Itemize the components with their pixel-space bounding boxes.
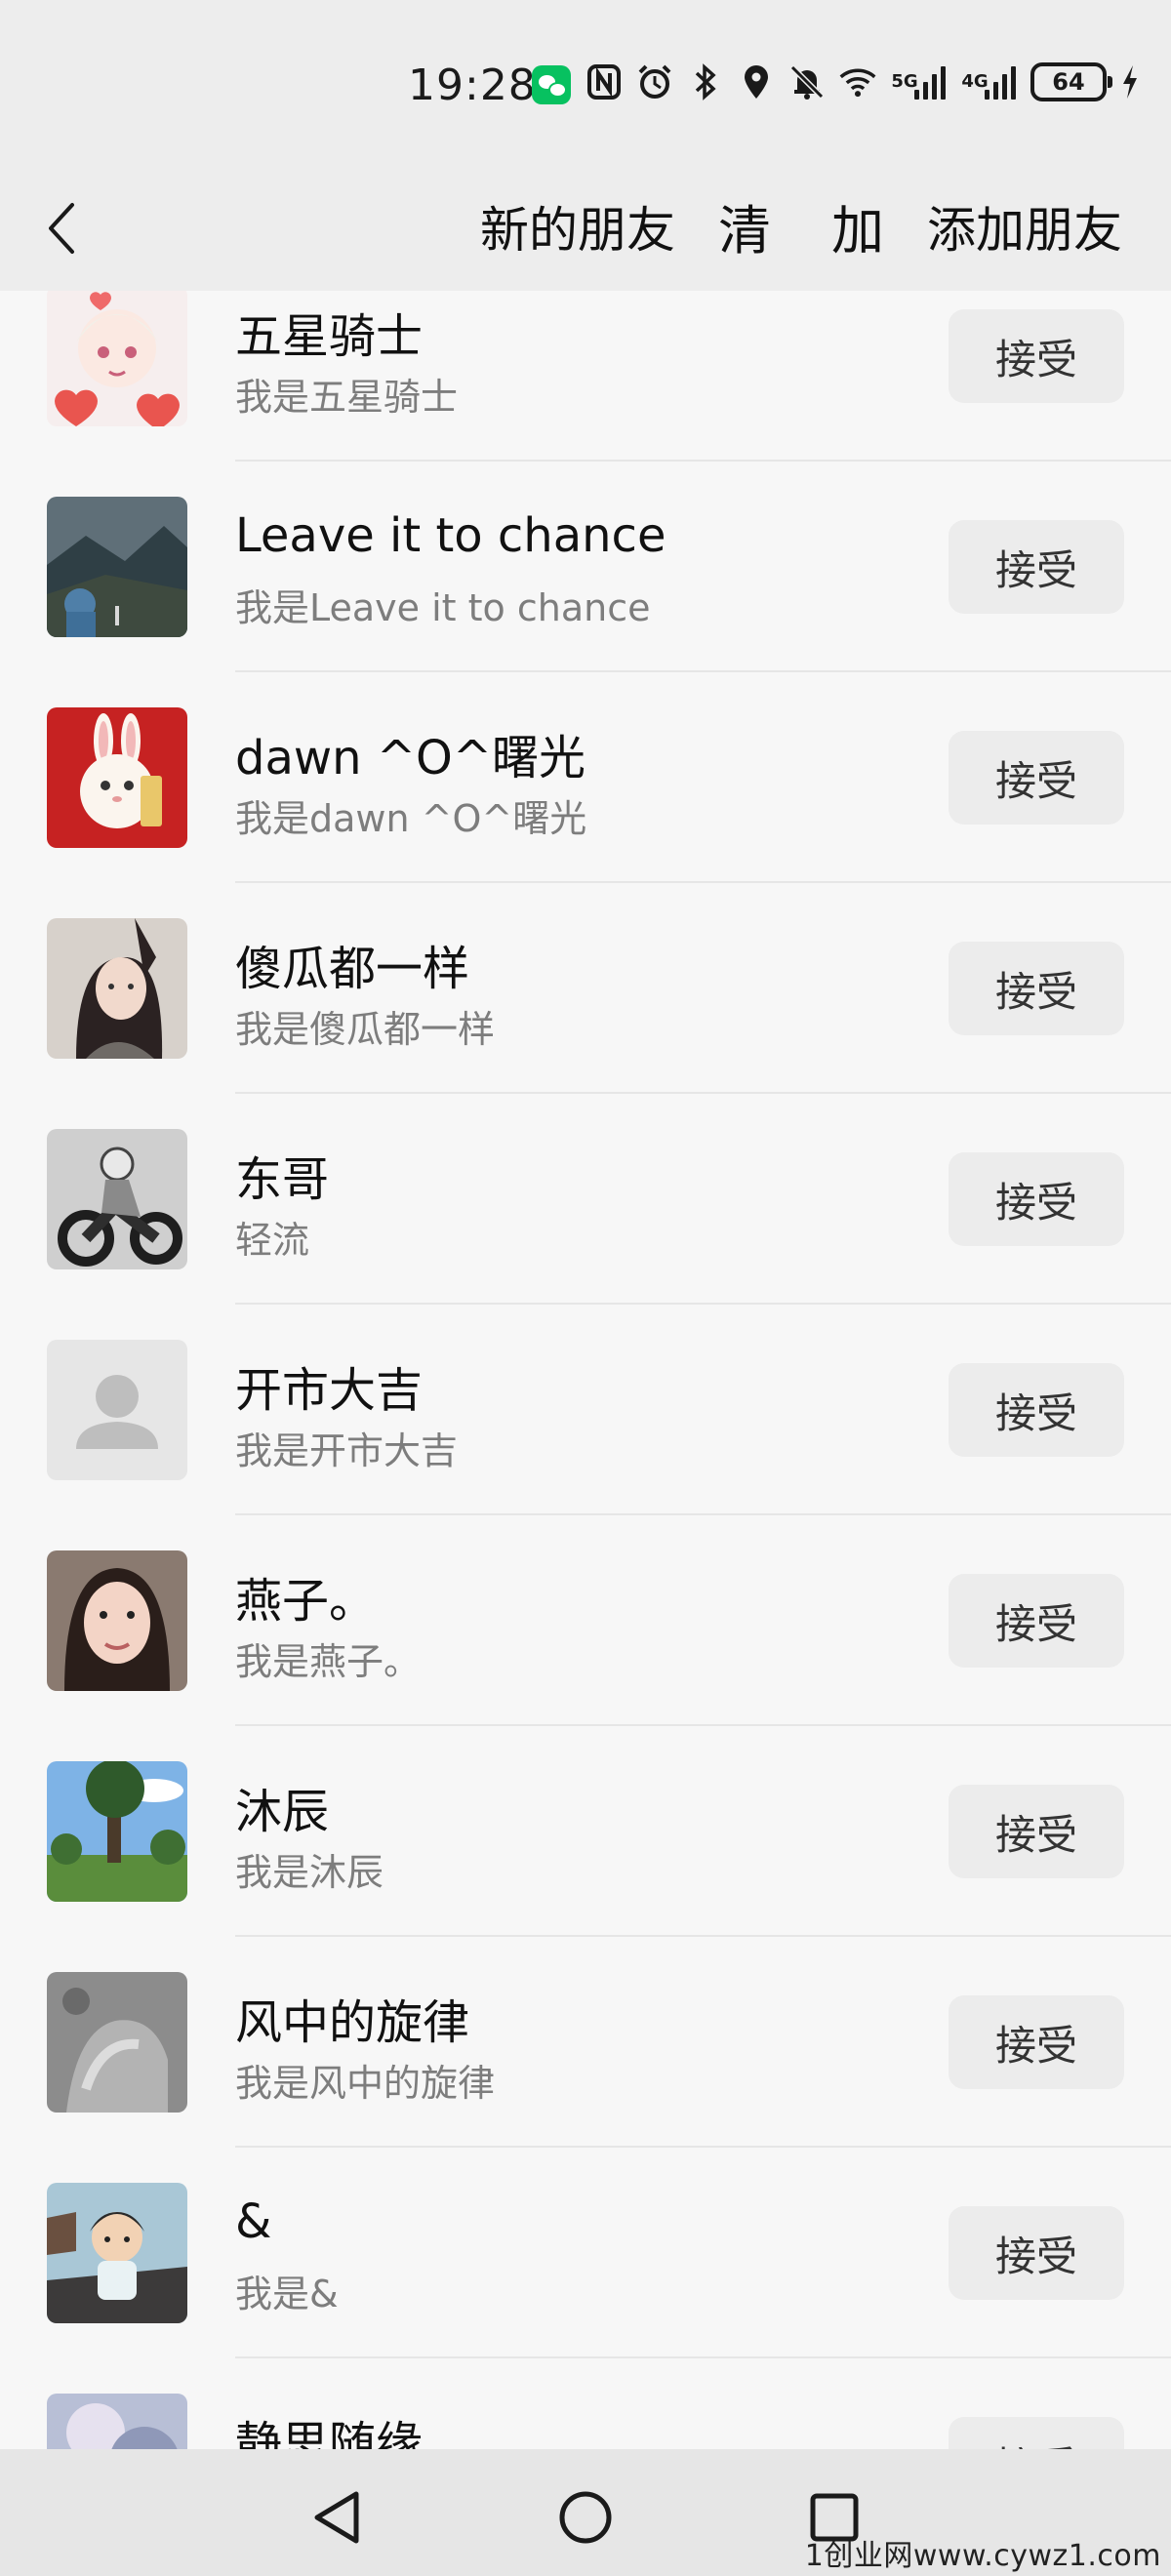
- wifi-icon: [839, 60, 876, 103]
- friend-request-row[interactable]: 风中的旋律我是风中的旋律 接受: [0, 1937, 1171, 2148]
- friend-name: 傻瓜都一样: [235, 942, 470, 996]
- friend-request-message: 我是沐辰: [235, 1851, 384, 1894]
- charging-icon: [1120, 60, 1140, 103]
- friend-request-message: 我是燕子。: [235, 1640, 422, 1683]
- friend-name: &: [235, 2194, 272, 2249]
- friend-request-message: 我是五星骑士: [235, 376, 459, 419]
- friend-request-message: 我是傻瓜都一样: [235, 1008, 496, 1051]
- friend-name: dawn ^O^曙光: [235, 731, 586, 785]
- avatar[interactable]: [47, 918, 187, 1059]
- nfc-icon: [586, 60, 623, 103]
- add-button[interactable]: 加: [831, 187, 884, 264]
- system-navigation-bar: 1创业网www.cywz1.com: [0, 2449, 1171, 2576]
- friend-request-message: 我是dawn ^O^曙光: [235, 797, 587, 840]
- friend-request-list[interactable]: 五星骑士 我是五星骑士 接受 Leave it to chance 我是Leave it…: [0, 291, 1171, 2449]
- friend-name: 风中的旋律: [235, 1995, 470, 2050]
- status-time: 19:28: [408, 60, 537, 110]
- friend-request-row[interactable]: 五星骑士我是五星骑士 接受: [0, 291, 1171, 462]
- friend-request-row[interactable]: 傻瓜都一样我是傻瓜都一样 接受: [0, 883, 1171, 1094]
- location-icon: [738, 60, 775, 103]
- status-icons: 5G 4G 64: [586, 60, 1140, 103]
- friend-request-row[interactable]: 沐辰我是沐辰 接受: [0, 1726, 1171, 1937]
- avatar[interactable]: [47, 2183, 187, 2323]
- friend-request-message: 我是&: [235, 2273, 339, 2315]
- friend-request-row[interactable]: & 我是& 接受: [0, 2148, 1171, 2358]
- avatar[interactable]: [47, 1340, 187, 1480]
- battery-icon: 64: [1030, 62, 1112, 101]
- avatar[interactable]: [47, 2394, 187, 2449]
- friend-request-row[interactable]: 静思随缘 接受: [0, 2358, 1171, 2449]
- avatar[interactable]: [47, 1761, 187, 1902]
- avatar[interactable]: [47, 1129, 187, 1269]
- bluetooth-icon: [687, 60, 724, 103]
- accept-button[interactable]: 接受: [949, 2417, 1124, 2449]
- friend-request-message: 我是风中的旋律: [235, 2062, 496, 2105]
- alarm-icon: [636, 60, 673, 103]
- friend-name: 五星骑士: [235, 309, 424, 364]
- accept-button[interactable]: 接受: [949, 520, 1124, 614]
- nav-home-button[interactable]: [546, 2478, 625, 2556]
- friend-request-message: 我是Leave it to chance: [235, 586, 651, 629]
- clear-button[interactable]: 清: [718, 187, 771, 264]
- triangle-back-icon: [314, 2491, 359, 2544]
- accept-button[interactable]: 接受: [949, 1995, 1124, 2089]
- nav-back-button[interactable]: [298, 2478, 376, 2556]
- accept-button[interactable]: 接受: [949, 942, 1124, 1035]
- friend-request-message: 我是开市大吉: [235, 1429, 459, 1472]
- friend-name: 燕子。: [235, 1574, 377, 1629]
- friend-request-row[interactable]: dawn ^O^曙光我是dawn ^O^曙光 接受: [0, 672, 1171, 883]
- watermark-text: 1创业网www.cywz1.com: [804, 2539, 1161, 2573]
- friend-name: 沐辰: [235, 1785, 330, 1839]
- friend-name: Leave it to chance: [235, 508, 666, 563]
- avatar[interactable]: [47, 707, 187, 848]
- accept-button[interactable]: 接受: [949, 1152, 1124, 1246]
- back-button[interactable]: [27, 193, 98, 263]
- friend-request-row[interactable]: 燕子。我是燕子。 接受: [0, 1515, 1171, 1726]
- accept-button[interactable]: 接受: [949, 309, 1124, 403]
- battery-level: 64: [1052, 68, 1085, 96]
- friend-request-message: 轻流: [235, 1219, 310, 1262]
- avatar[interactable]: [47, 1972, 187, 2113]
- friend-request-row[interactable]: 东哥轻流 接受: [0, 1094, 1171, 1305]
- friend-name: 静思随缘: [235, 2417, 424, 2449]
- signal-4g-icon: 4G: [960, 60, 1017, 103]
- mute-icon: [788, 60, 826, 103]
- accept-button[interactable]: 接受: [949, 1785, 1124, 1878]
- avatar[interactable]: [47, 1550, 187, 1691]
- avatar[interactable]: [47, 497, 187, 637]
- nav-header: 新的朋友 清 加 添加朋友: [0, 166, 1171, 291]
- accept-button[interactable]: 接受: [949, 1574, 1124, 1668]
- avatar[interactable]: [47, 291, 187, 426]
- chevron-left-icon: [49, 203, 74, 254]
- friend-name: 开市大吉: [235, 1363, 424, 1418]
- signal-5g-icon: 5G: [890, 60, 947, 103]
- friend-name: 东哥: [235, 1152, 330, 1207]
- friend-request-row[interactable]: 开市大吉我是开市大吉 接受: [0, 1305, 1171, 1515]
- friend-request-row[interactable]: Leave it to chance 我是Leave it to chance 接受: [0, 462, 1171, 672]
- accept-button[interactable]: 接受: [949, 1363, 1124, 1457]
- accept-button[interactable]: 接受: [949, 2206, 1124, 2300]
- accept-button[interactable]: 接受: [949, 731, 1124, 825]
- status-bar: 19:28 5G 4G 64: [0, 0, 1171, 166]
- page-title: 新的朋友: [480, 202, 675, 259]
- wechat-icon: [532, 65, 571, 104]
- circle-home-icon: [559, 2491, 612, 2544]
- add-friend-button[interactable]: 添加朋友: [927, 191, 1122, 262]
